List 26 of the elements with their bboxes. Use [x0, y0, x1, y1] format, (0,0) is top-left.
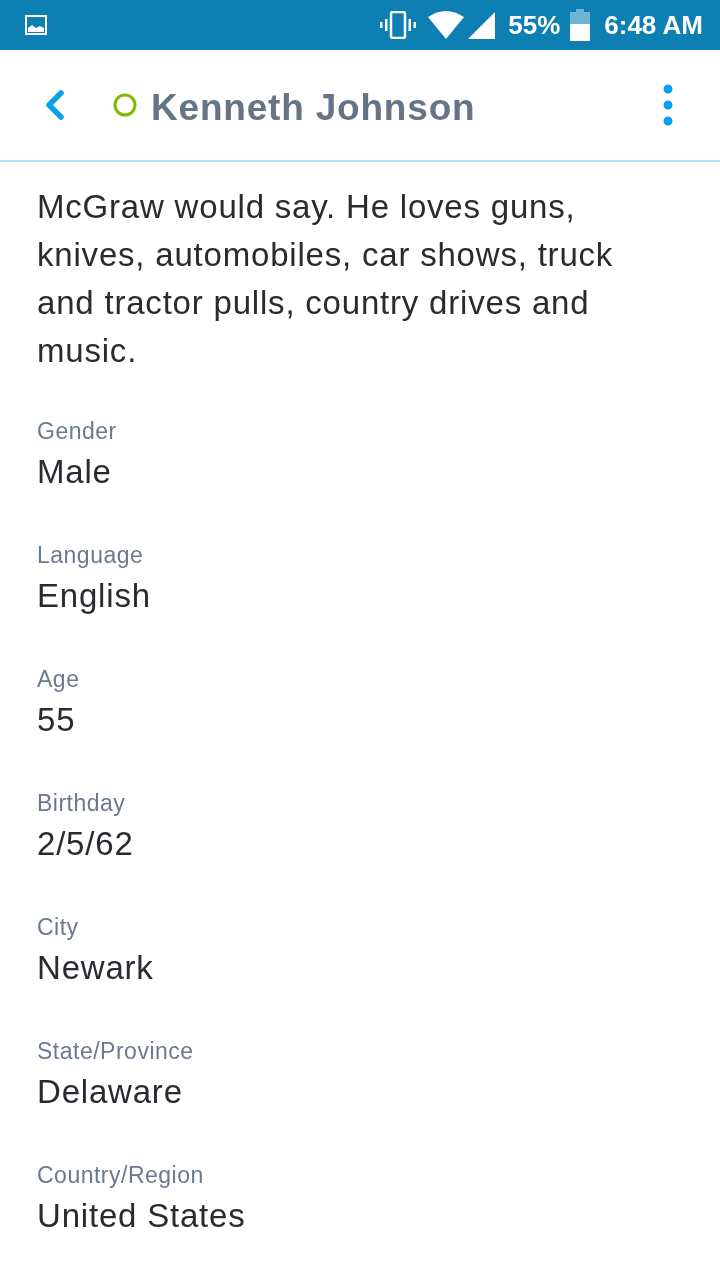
more-options-icon — [663, 84, 673, 126]
presence-ring-icon — [113, 93, 137, 117]
image-icon — [25, 15, 47, 35]
field-label: State/Province — [37, 1037, 194, 1065]
back-chevron-icon — [45, 90, 65, 120]
battery-icon — [570, 9, 591, 41]
field-value: English — [37, 576, 151, 616]
clock-time: 6:48 AM — [604, 10, 703, 40]
field-value: Delaware — [37, 1072, 183, 1112]
field-value: 2/5/62 — [37, 824, 134, 864]
field-value: Male — [37, 452, 112, 492]
vibrate-icon — [380, 11, 417, 39]
field-label: Birthday — [37, 789, 126, 817]
field-label: Language — [37, 541, 144, 569]
field-label: Age — [37, 665, 80, 693]
about-paragraph: McGraw would say. He loves guns, knives, automobiles, car shows, truck and tractor pulls, country drives and music. — [37, 187, 615, 371]
field-value: Newark — [37, 948, 154, 988]
field-label: Gender — [37, 417, 117, 445]
field-value: 55 — [37, 700, 76, 740]
signal-icon — [468, 11, 496, 39]
field-value: United States — [37, 1196, 246, 1236]
battery-percent: 55% — [508, 10, 561, 40]
field-label: City — [37, 913, 79, 941]
wifi-icon — [428, 11, 465, 39]
contact-name: Kenneth Johnson — [151, 86, 476, 130]
field-label: Country/Region — [37, 1161, 204, 1189]
